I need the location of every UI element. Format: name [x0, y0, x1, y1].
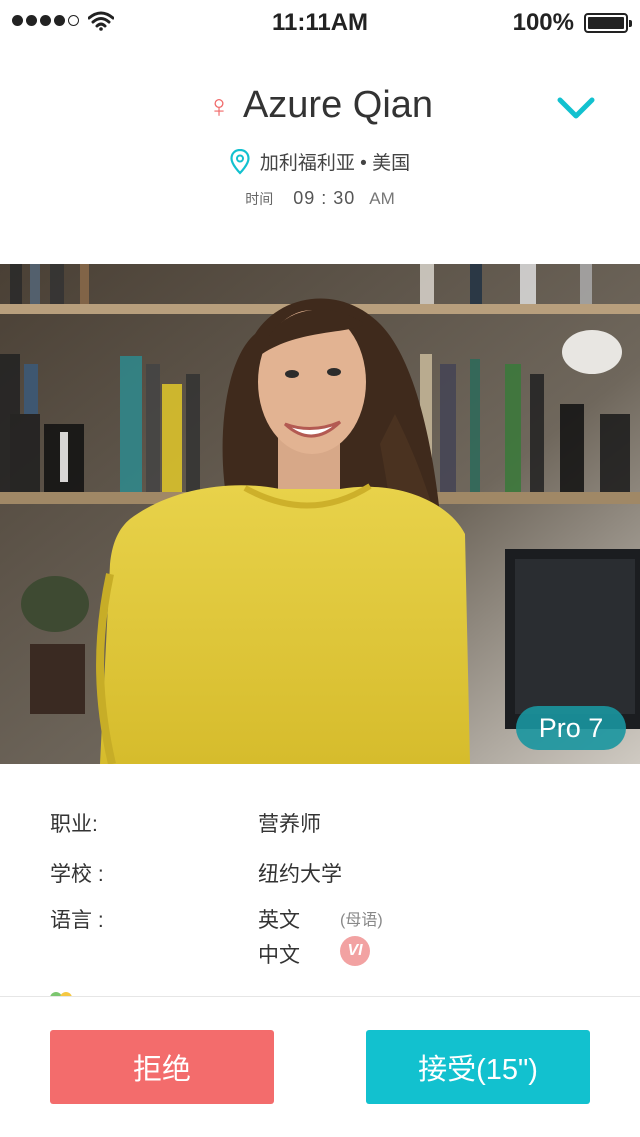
profile-header: ♀ Azure Qian 加利福利亚 • 美国 时间 09 : 30 AM — [0, 80, 640, 220]
occupation-value: 营养师 — [258, 813, 321, 836]
reject-button[interactable]: 拒绝 — [50, 1030, 274, 1104]
profile-name: Azure Qian — [242, 84, 434, 126]
local-time-value: 09 : 30 — [293, 188, 356, 208]
pro-level-badge: Pro 7 — [516, 706, 626, 750]
status-bar: 11:11AM 100% — [0, 0, 640, 46]
local-time-label: 时间 — [245, 190, 274, 207]
name-row: ♀ Azure Qian — [0, 84, 640, 127]
battery-percentage: 100% — [512, 9, 574, 36]
occupation-label: 职业: — [50, 813, 98, 836]
chevron-down-icon[interactable] — [556, 94, 596, 124]
language-chinese: 中文 — [258, 944, 300, 967]
profile-photo-image — [0, 264, 640, 764]
accept-button[interactable]: 接受(15") — [366, 1030, 590, 1104]
local-time-row: 时间 09 : 30 AM — [0, 188, 640, 209]
language-label: 语言 : — [50, 909, 104, 932]
action-bar: 拒绝 接受(15") — [0, 996, 640, 1137]
school-label: 学校 : — [50, 863, 104, 886]
location-row: 加利福利亚 • 美国 — [0, 148, 640, 175]
profile-details: 职业: 营养师 学校 : 纽约大学 语言 : 英文 (母语) 中文 VI — [0, 764, 640, 996]
battery-icon — [584, 13, 632, 33]
local-time-ampm: AM — [369, 188, 395, 208]
location-pin-icon — [230, 148, 250, 175]
profile-photo: Pro 7 — [0, 264, 640, 764]
female-icon: ♀ — [206, 88, 231, 124]
native-language-note: (母语) — [340, 912, 383, 929]
vip-level-icon: VI — [340, 936, 370, 966]
language-english: 英文 — [258, 909, 300, 932]
school-value: 纽约大学 — [258, 863, 342, 886]
location-text: 加利福利亚 • 美国 — [259, 153, 411, 174]
